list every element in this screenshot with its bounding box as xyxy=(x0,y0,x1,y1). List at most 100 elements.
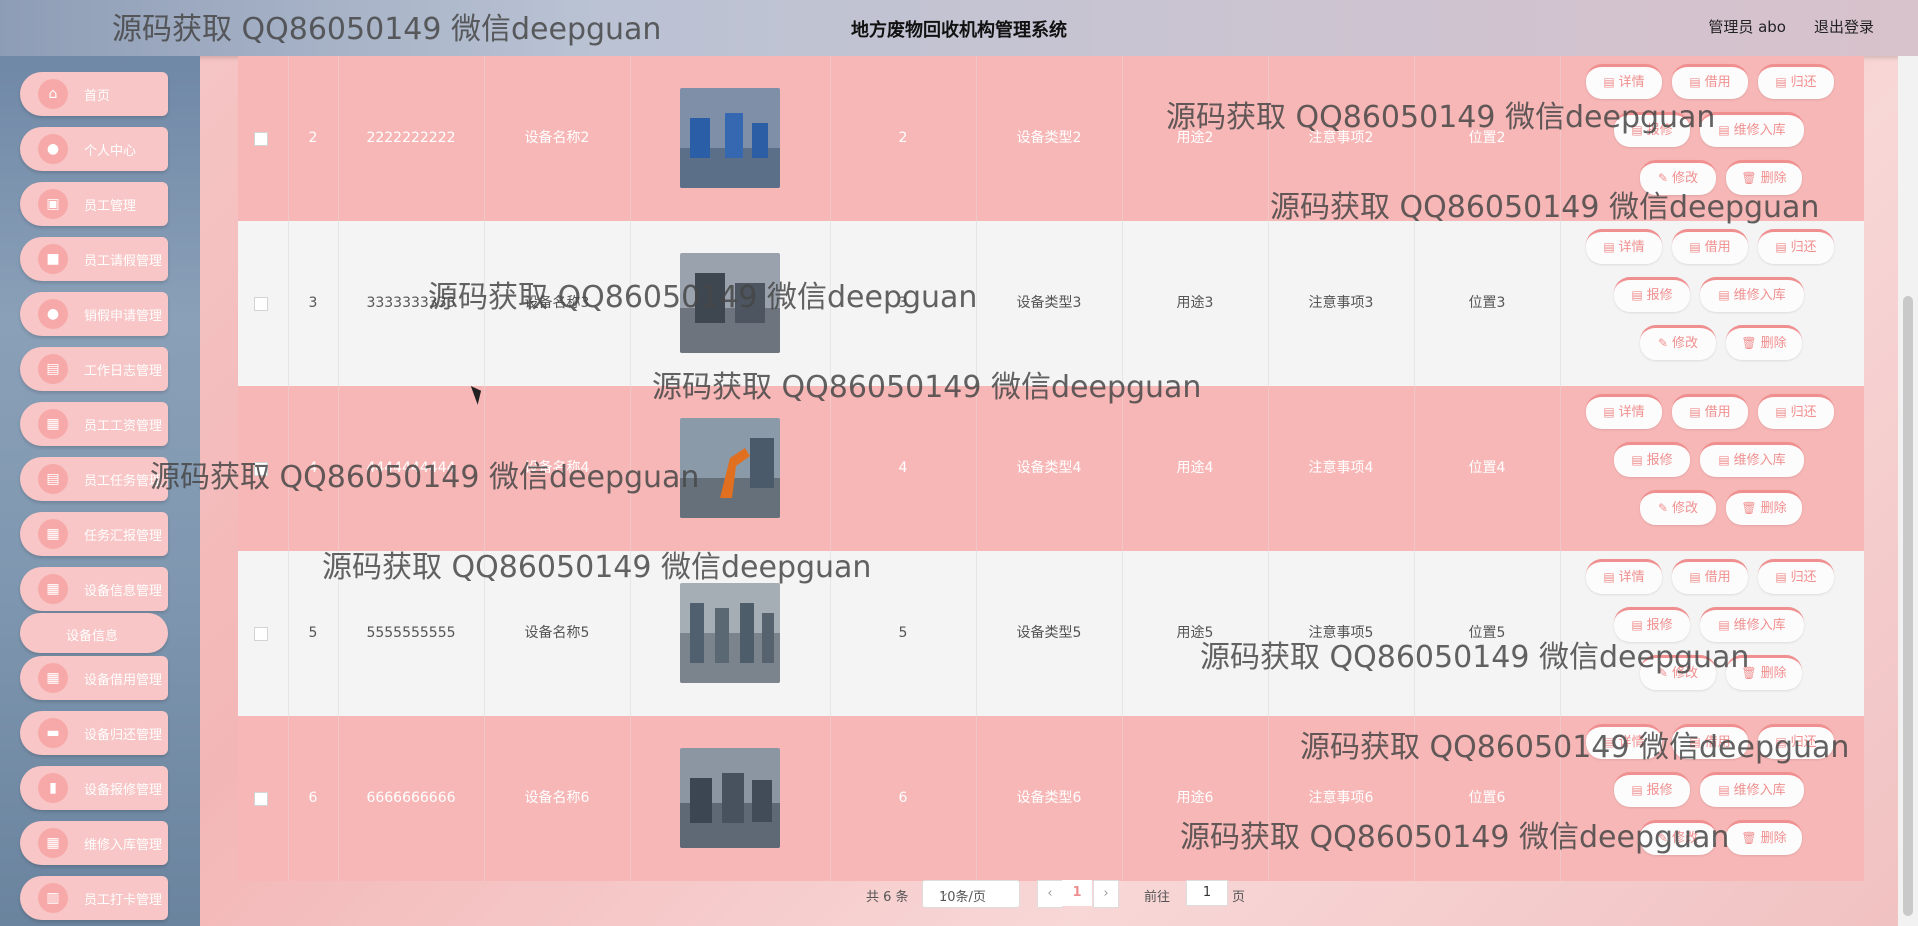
store-button[interactable]: ▤ 维修入库 xyxy=(1700,442,1804,477)
cell-code: 6666666666 xyxy=(338,716,485,881)
sidebar-item-device-info[interactable]: ▦ 设备信息管理 xyxy=(20,567,168,611)
sidebar-item-store[interactable]: ▦ 维修入库管理 xyxy=(20,821,168,865)
sidebar-item-home[interactable]: ⌂ 首页 xyxy=(20,72,168,116)
cell-type: 设备类型4 xyxy=(976,386,1123,551)
sidebar-item-salary[interactable]: ▦ 员工工资管理 xyxy=(20,402,168,446)
detail-button[interactable]: ▤ 详情 xyxy=(1586,64,1662,99)
borrow-button[interactable]: ▤ 借用 xyxy=(1672,724,1748,759)
repair-button[interactable]: ▤ 报修 xyxy=(1614,607,1690,642)
repair-button[interactable]: ▤ 报修 xyxy=(1614,277,1690,312)
edit-button[interactable]: ✎ 修改 xyxy=(1640,820,1716,855)
row-checkbox[interactable] xyxy=(254,792,268,806)
delete-button[interactable]: 🗑 删除 xyxy=(1726,820,1802,855)
chat-icon: ▬ xyxy=(38,718,68,748)
logout-link[interactable]: 退出登录 xyxy=(1814,16,1874,37)
row-checkbox[interactable] xyxy=(254,462,268,476)
detail-button[interactable]: ▤ 详情 xyxy=(1586,394,1662,429)
grid-icon: ▦ xyxy=(38,409,68,439)
cell-use: 用途4 xyxy=(1122,386,1269,551)
edit-button[interactable]: ✎ 修改 xyxy=(1640,490,1716,525)
delete-button[interactable]: 🗑 删除 xyxy=(1726,160,1802,195)
sidebar-item-label: 员工管理 xyxy=(84,199,137,214)
detail-button[interactable]: ▤ 详情 xyxy=(1586,559,1662,594)
return-button[interactable]: ▤ 归还 xyxy=(1758,229,1834,264)
repair-button[interactable]: ▤ 报修 xyxy=(1614,112,1690,147)
repair-button[interactable]: ▤ 报修 xyxy=(1614,442,1690,477)
repair-button[interactable]: ▤ 报修 xyxy=(1614,772,1690,807)
borrow-button[interactable]: ▤ 借用 xyxy=(1672,394,1748,429)
cell-use: 用途2 xyxy=(1122,56,1269,221)
home-icon: ⌂ xyxy=(38,79,68,109)
sidebar-item-checkin[interactable]: ▥ 员工打卡管理 xyxy=(20,876,168,920)
delete-button[interactable]: 🗑 删除 xyxy=(1726,325,1802,360)
chart-icon: ▮ xyxy=(38,773,68,803)
admin-user-label[interactable]: 管理员 abo xyxy=(1708,16,1786,37)
grid-icon: ▦ xyxy=(38,519,68,549)
cell-note: 注意事项5 xyxy=(1268,551,1415,716)
edit-button[interactable]: ✎ 修改 xyxy=(1640,160,1716,195)
grid-icon: ▦ xyxy=(38,574,68,604)
borrow-button[interactable]: ▤ 借用 xyxy=(1672,229,1748,264)
cell-image xyxy=(630,386,831,551)
row-checkbox[interactable] xyxy=(254,627,268,641)
cell-code: 2222222222 xyxy=(338,56,485,221)
bar-chart-icon: ▥ xyxy=(38,883,68,913)
cell-id: 4 xyxy=(288,386,339,551)
edit-button[interactable]: ✎ 修改 xyxy=(1640,655,1716,690)
sidebar-item-label: 员工请假管理 xyxy=(84,254,163,269)
delete-button[interactable]: 🗑 删除 xyxy=(1726,655,1802,690)
sidebar-item-task[interactable]: ▤ 员工任务管理 xyxy=(20,457,168,501)
table-row: 4 4444444444 设备名称4 4 设备类型4 用途4 注意事项4 位置4… xyxy=(238,386,1864,551)
sidebar-item-report[interactable]: ▦ 任务汇报管理 xyxy=(20,512,168,556)
store-button[interactable]: ▤ 维修入库 xyxy=(1700,277,1804,312)
edit-button[interactable]: ✎ 修改 xyxy=(1640,325,1716,360)
vertical-scrollbar[interactable] xyxy=(1898,56,1918,926)
store-button[interactable]: ▤ 维修入库 xyxy=(1700,772,1804,807)
cell-actions: ▤ 详情 ▤ 借用 ▤ 归还 ▤ 报修 ▤ 维修入库 ✎ 修改 🗑 删除 xyxy=(1560,386,1864,551)
row-checkbox[interactable] xyxy=(254,297,268,311)
cell-code: 5555555555 xyxy=(338,551,485,716)
top-header: 地方废物回收机构管理系统 管理员 abo 退出登录 xyxy=(0,0,1918,56)
goto-label: 前往 xyxy=(1144,890,1171,905)
sidebar-item-borrow[interactable]: ▦ 设备借用管理 xyxy=(20,656,168,700)
cell-name: 设备名称6 xyxy=(484,716,631,881)
sidebar-subitem-device[interactable]: 设备信息 xyxy=(20,613,168,653)
sidebar-item-label: 员工工资管理 xyxy=(84,419,163,434)
sidebar-item-repair[interactable]: ▮ 设备报修管理 xyxy=(20,766,168,810)
scrollbar-thumb[interactable] xyxy=(1903,296,1913,916)
borrow-button[interactable]: ▤ 借用 xyxy=(1672,559,1748,594)
sidebar-item-staff[interactable]: ▣ 员工管理 xyxy=(20,182,168,226)
grid-icon: ▦ xyxy=(38,663,68,693)
cell-name: 设备名称5 xyxy=(484,551,631,716)
row-checkbox[interactable] xyxy=(254,132,268,146)
location-icon: ● xyxy=(38,299,68,329)
delete-button[interactable]: 🗑 删除 xyxy=(1726,490,1802,525)
cell-id: 2 xyxy=(288,56,339,221)
store-button[interactable]: ▤ 维修入库 xyxy=(1700,607,1804,642)
next-page-button[interactable]: › xyxy=(1093,880,1119,908)
goto-page-input[interactable]: 1 xyxy=(1186,880,1228,906)
return-button[interactable]: ▤ 归还 xyxy=(1758,559,1834,594)
page-size-select[interactable]: 10条/页 ⌄ xyxy=(922,880,1020,908)
main-content: 2 2222222222 设备名称2 2 设备类型2 用途2 注意事项2 位置2… xyxy=(200,56,1898,926)
borrow-button[interactable]: ▤ 借用 xyxy=(1672,64,1748,99)
prev-page-button[interactable]: ‹ xyxy=(1037,880,1063,908)
cell-num: 3 xyxy=(830,221,977,386)
cell-type: 设备类型6 xyxy=(976,716,1123,881)
store-button[interactable]: ▤ 维修入库 xyxy=(1700,112,1804,147)
return-button[interactable]: ▤ 归还 xyxy=(1758,394,1834,429)
sidebar-item-cancel-leave[interactable]: ● 销假申请管理 xyxy=(20,292,168,336)
current-page[interactable]: 1 xyxy=(1062,880,1092,906)
return-button[interactable]: ▤ 归还 xyxy=(1758,64,1834,99)
sidebar-item-worklog[interactable]: ▤ 工作日志管理 xyxy=(20,347,168,391)
checkbox-cell xyxy=(238,716,289,881)
sidebar-item-return[interactable]: ▬ 设备归还管理 xyxy=(20,711,168,755)
return-button[interactable]: ▤ 归还 xyxy=(1758,724,1834,759)
sidebar-item-leave[interactable]: ■ 员工请假管理 xyxy=(20,237,168,281)
detail-button[interactable]: ▤ 详情 xyxy=(1586,229,1662,264)
app-title: 地方废物回收机构管理系统 xyxy=(851,20,1067,41)
sidebar-item-profile[interactable]: ● 个人中心 xyxy=(20,127,168,171)
cell-loc: 位置4 xyxy=(1414,386,1561,551)
table-row: 3 3333333333 设备名称3 3 设备类型3 用途3 注意事项3 位置3… xyxy=(238,221,1864,386)
detail-button[interactable]: ▤ 详情 xyxy=(1586,724,1662,759)
